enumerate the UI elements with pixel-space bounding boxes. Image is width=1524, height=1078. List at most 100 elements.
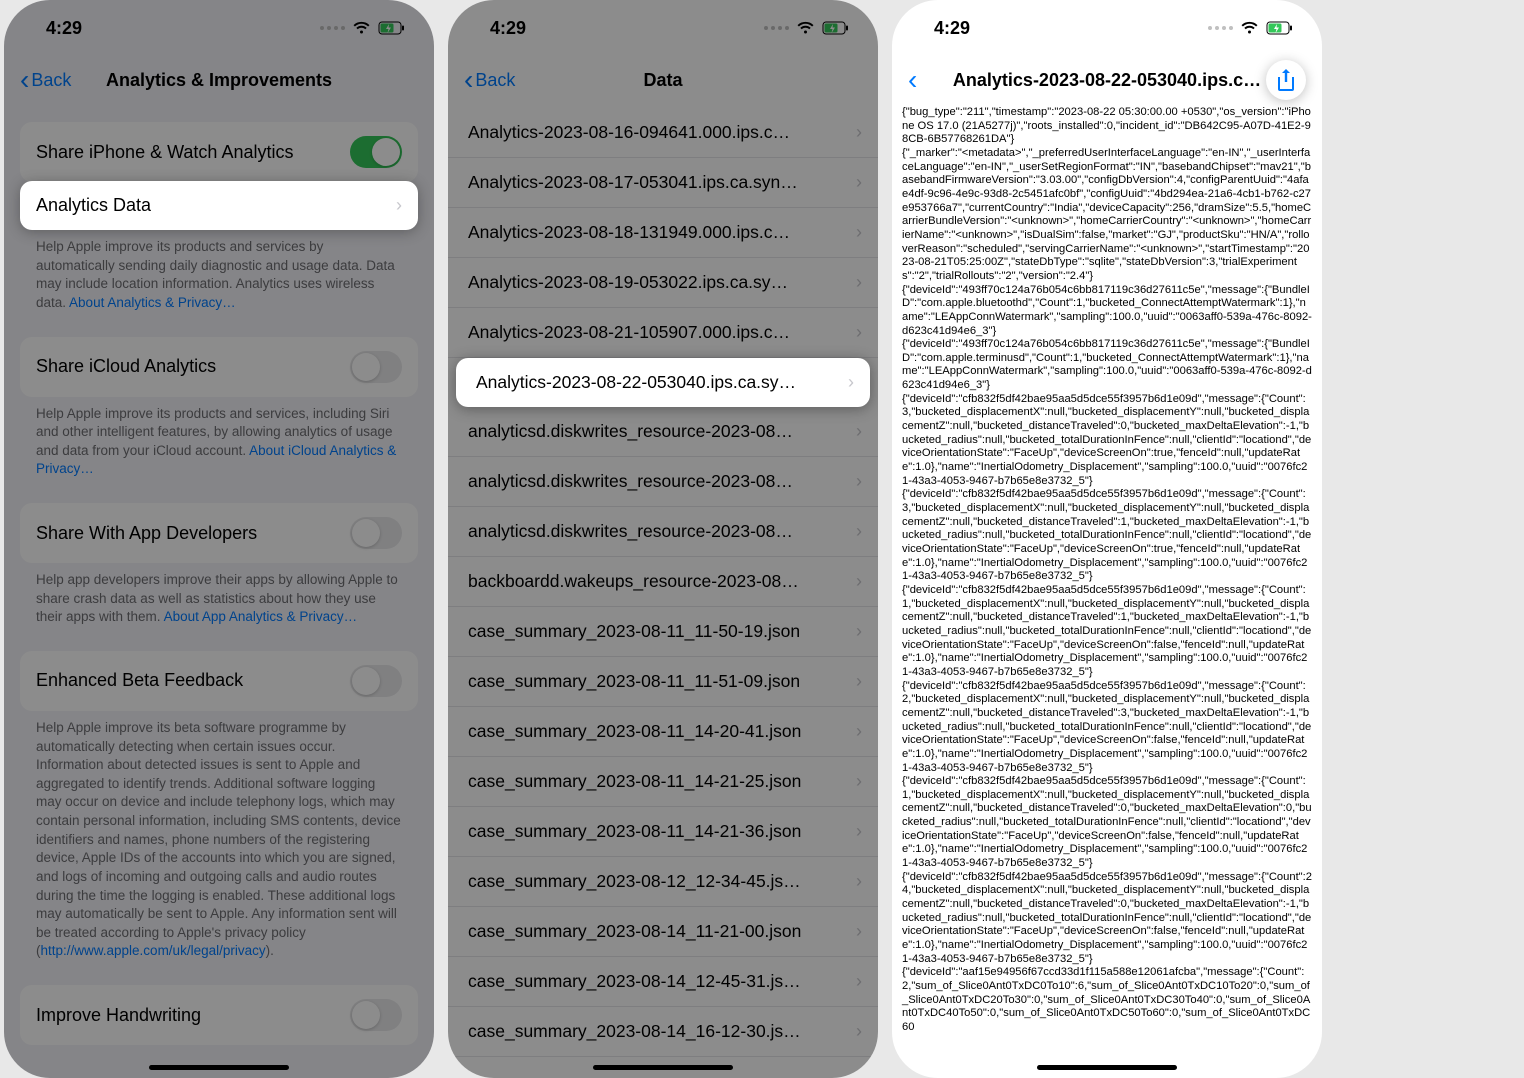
screen-data-list: 4:29 ‹ Back Data Analytics-2023-08-16-09… <box>448 0 878 1078</box>
row-share-dev[interactable]: Share With App Developers <box>20 503 418 563</box>
data-row-label: case_summary_2023-08-11_11-51-09.json <box>468 671 856 692</box>
home-indicator[interactable] <box>1037 1065 1177 1070</box>
data-row-label: Analytics-2023-08-17-053041.ips.ca.syn… <box>468 172 856 193</box>
chevron-right-icon: › <box>848 372 854 393</box>
data-row[interactable]: Analytics-2023-08-16-094641.000.ips.c…› <box>448 108 878 158</box>
data-row[interactable]: analyticsd.diskwrites_resource-2023-08…› <box>448 507 878 557</box>
data-row-label: case_summary_2023-08-14_16-12-30.js… <box>468 1021 856 1042</box>
status-icons <box>320 21 406 35</box>
battery-charging-icon <box>378 21 406 35</box>
recording-dots-icon <box>320 26 345 30</box>
chevron-right-icon: › <box>856 971 862 992</box>
row-analytics-data[interactable]: Analytics Data › <box>20 181 418 230</box>
log-text[interactable]: {"bug_type":"211","timestamp":"2023-08-2… <box>892 104 1322 1037</box>
chevron-right-icon: › <box>856 671 862 692</box>
status-icons <box>1208 21 1294 35</box>
footer-dev: Help app developers improve their apps b… <box>4 563 434 627</box>
screen-analytics-improvements: 4:29 ‹ Back Analytics & Improvements Sha… <box>4 0 434 1078</box>
share-button[interactable] <box>1266 60 1306 100</box>
chevron-right-icon: › <box>856 721 862 742</box>
row-label: Share With App Developers <box>36 523 257 544</box>
row-beta[interactable]: Enhanced Beta Feedback <box>20 651 418 711</box>
row-label: Improve Handwriting <box>36 1005 201 1026</box>
screen-log-detail: 4:29 ‹ Analytics-2023-08-22-053040.ips.c… <box>892 0 1322 1078</box>
chevron-right-icon: › <box>856 122 862 143</box>
toggle-share-dev[interactable] <box>350 517 402 549</box>
data-row[interactable]: case_summary_2023-08-11_14-20-41.json› <box>448 707 878 757</box>
data-row-label: case_summary_2023-08-11_14-21-36.json <box>468 821 856 842</box>
data-row[interactable]: Analytics-2023-08-19-053022.ips.ca.sy…› <box>448 258 878 308</box>
back-button[interactable]: ‹ Back <box>464 66 515 94</box>
page-title: Analytics-2023-08-22-053040.ips.c… <box>892 70 1322 91</box>
footer-beta: Help Apple improve its beta software pro… <box>4 711 434 961</box>
data-row[interactable]: Analytics-2023-08-18-131949.000.ips.c…› <box>448 208 878 258</box>
wifi-icon <box>352 21 371 35</box>
recording-dots-icon <box>764 26 789 30</box>
data-list[interactable]: Analytics-2023-08-16-094641.000.ips.c…›A… <box>448 108 878 1057</box>
data-row[interactable]: case_summary_2023-08-14_11-21-00.json› <box>448 907 878 957</box>
data-row[interactable]: Analytics-2023-08-17-053041.ips.ca.syn…› <box>448 158 878 208</box>
recording-dots-icon <box>1208 26 1233 30</box>
data-row-label: Analytics-2023-08-18-131949.000.ips.c… <box>468 222 856 243</box>
link-app-privacy[interactable]: About App Analytics & Privacy… <box>164 609 358 624</box>
toggle-share-icloud[interactable] <box>350 351 402 383</box>
data-row-label: analyticsd.diskwrites_resource-2023-08… <box>468 421 856 442</box>
link-privacy-url[interactable]: http://www.apple.com/uk/legal/privacy <box>41 943 266 958</box>
data-row-label: analyticsd.diskwrites_resource-2023-08… <box>468 521 856 542</box>
chevron-right-icon: › <box>856 821 862 842</box>
chevron-right-icon: › <box>856 771 862 792</box>
chevron-right-icon: › <box>856 921 862 942</box>
row-handwriting[interactable]: Improve Handwriting <box>20 985 418 1045</box>
data-row[interactable]: case_summary_2023-08-11_14-21-25.json› <box>448 757 878 807</box>
data-row-label: Analytics-2023-08-21-105907.000.ips.c… <box>468 322 856 343</box>
data-row[interactable]: case_summary_2023-08-12_12-34-45.js…› <box>448 857 878 907</box>
chevron-right-icon: › <box>396 195 402 216</box>
link-analytics-privacy[interactable]: About Analytics & Privacy… <box>69 295 236 310</box>
wifi-icon <box>1240 21 1259 35</box>
chevron-left-icon: ‹ <box>20 66 29 94</box>
toggle-beta[interactable] <box>350 665 402 697</box>
nav-header: ‹ Back Analytics & Improvements <box>4 56 434 104</box>
back-label: Back <box>475 70 515 91</box>
data-row[interactable]: case_summary_2023-08-14_16-12-30.js…› <box>448 1007 878 1057</box>
data-row[interactable]: analyticsd.diskwrites_resource-2023-08…› <box>448 407 878 457</box>
data-row-label: case_summary_2023-08-14_11-21-00.json <box>468 921 856 942</box>
back-button[interactable]: ‹ <box>908 64 917 96</box>
chevron-right-icon: › <box>856 222 862 243</box>
row-label: Share iCloud Analytics <box>36 356 216 377</box>
data-row[interactable]: case_summary_2023-08-11_14-21-36.json› <box>448 807 878 857</box>
nav-header: ‹ Back Data <box>448 56 878 104</box>
home-indicator[interactable] <box>593 1065 733 1070</box>
back-button[interactable]: ‹ Back <box>20 66 71 94</box>
row-label: Enhanced Beta Feedback <box>36 670 243 691</box>
chevron-right-icon: › <box>856 871 862 892</box>
status-time: 4:29 <box>46 18 82 39</box>
toggle-handwriting[interactable] <box>350 999 402 1031</box>
toggle-share-analytics[interactable] <box>350 136 402 168</box>
battery-charging-icon <box>822 21 850 35</box>
footer-icloud: Help Apple improve its products and serv… <box>4 397 434 480</box>
status-icons <box>764 21 850 35</box>
data-row[interactable]: case_summary_2023-08-11_11-50-19.json› <box>448 607 878 657</box>
data-row[interactable]: Analytics-2023-08-21-105907.000.ips.c…› <box>448 308 878 358</box>
row-share-icloud[interactable]: Share iCloud Analytics <box>20 337 418 397</box>
data-row-label: case_summary_2023-08-11_14-20-41.json <box>468 721 856 742</box>
data-row[interactable]: case_summary_2023-08-11_11-51-09.json› <box>448 657 878 707</box>
status-bar: 4:29 <box>4 0 434 56</box>
data-row[interactable]: backboardd.wakeups_resource-2023-08…› <box>448 557 878 607</box>
data-row[interactable]: analyticsd.diskwrites_resource-2023-08…› <box>448 457 878 507</box>
chevron-right-icon: › <box>856 571 862 592</box>
home-indicator[interactable] <box>149 1065 289 1070</box>
data-row[interactable]: Analytics-2023-08-22-053040.ips.ca.sy…› <box>456 358 870 407</box>
chevron-left-icon: ‹ <box>464 66 473 94</box>
chevron-right-icon: › <box>856 421 862 442</box>
settings-content: Share iPhone & Watch Analytics Analytics… <box>4 122 434 1045</box>
data-row-label: Analytics-2023-08-16-094641.000.ips.c… <box>468 122 856 143</box>
share-icon <box>1276 68 1296 92</box>
data-row[interactable]: case_summary_2023-08-14_12-45-31.js…› <box>448 957 878 1007</box>
nav-header: ‹ Analytics-2023-08-22-053040.ips.c… <box>892 56 1322 104</box>
row-label: Analytics Data <box>36 195 151 216</box>
chevron-right-icon: › <box>856 621 862 642</box>
status-time: 4:29 <box>934 18 970 39</box>
row-share-analytics[interactable]: Share iPhone & Watch Analytics <box>20 122 418 182</box>
